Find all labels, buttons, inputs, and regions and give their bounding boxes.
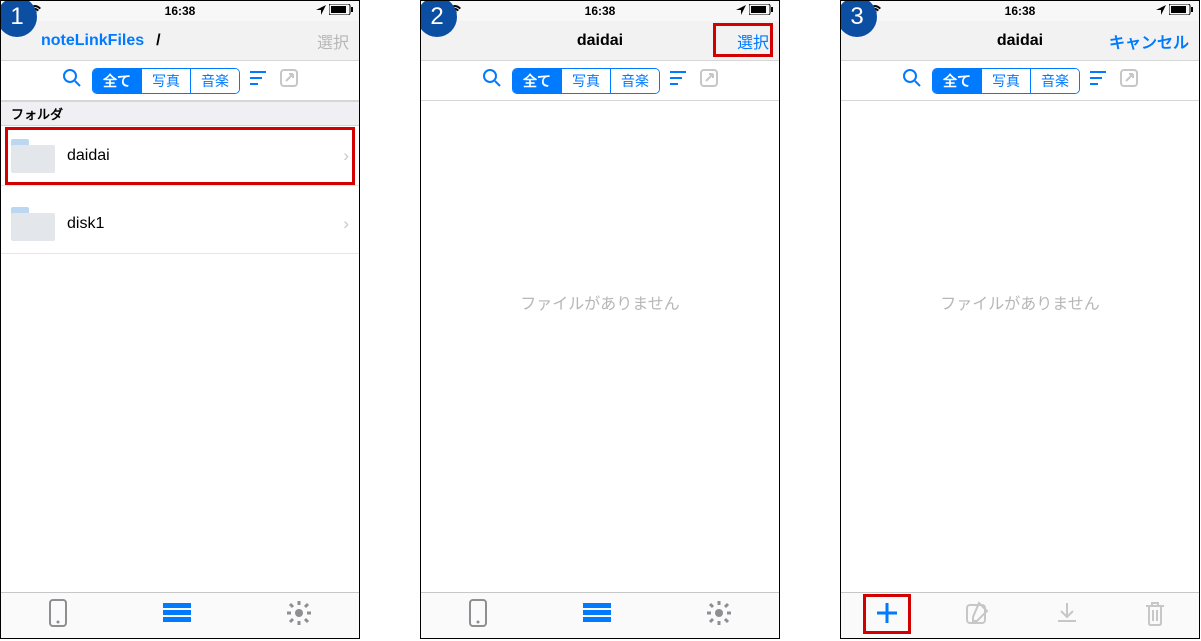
- status-bar: 16:38: [841, 1, 1199, 21]
- download-icon: [1055, 601, 1079, 630]
- nav-bar: noteLinkFiles / 選択: [1, 21, 359, 61]
- select-button[interactable]: 選択: [317, 29, 349, 53]
- folder-label: disk1: [67, 215, 104, 233]
- filter-toolbar: 全て 写真 音楽: [841, 61, 1199, 101]
- filter-toolbar: 全て 写真 音楽: [421, 61, 779, 101]
- filter-all[interactable]: 全て: [93, 69, 142, 93]
- screen-3: 3 16:38 daidai キャンセル 全て 写真 音楽 ファイルがありません: [840, 0, 1200, 639]
- search-icon[interactable]: [482, 68, 502, 93]
- filter-segmented: 全て 写真 音楽: [512, 68, 660, 94]
- nav-bar: daidai キャンセル: [841, 21, 1199, 61]
- tab-settings-icon[interactable]: [706, 600, 732, 631]
- clock-text: 16:38: [1005, 4, 1036, 18]
- back-button[interactable]: noteLinkFiles /: [11, 32, 161, 50]
- sort-icon[interactable]: [1090, 70, 1110, 91]
- tab-device-icon[interactable]: [468, 599, 488, 632]
- folder-icon: [11, 207, 55, 241]
- screen-2: 2 16:38 daidai 選択 全て 写真 音楽 ファイルがありません: [420, 0, 780, 639]
- page-title: daidai: [421, 32, 779, 50]
- chevron-right-icon: ›: [343, 146, 349, 166]
- clock-text: 16:38: [585, 4, 616, 18]
- sort-icon[interactable]: [250, 70, 270, 91]
- tab-device-icon[interactable]: [48, 599, 68, 632]
- select-button[interactable]: 選択: [737, 29, 769, 53]
- tab-settings-icon[interactable]: [286, 600, 312, 631]
- filter-photo[interactable]: 写真: [982, 69, 1031, 93]
- empty-state: ファイルがありません: [841, 290, 1199, 314]
- filter-segmented: 全て 写真 音楽: [92, 68, 240, 94]
- status-bar: 16:38: [421, 1, 779, 21]
- filter-music[interactable]: 音楽: [1031, 69, 1079, 93]
- clock-text: 16:38: [165, 4, 196, 18]
- tab-list-icon[interactable]: [163, 603, 191, 628]
- filter-music[interactable]: 音楽: [191, 69, 239, 93]
- folder-label: daidai: [67, 147, 110, 165]
- status-bar: 16:38: [1, 1, 359, 21]
- empty-state: ファイルがありません: [421, 290, 779, 314]
- folder-row-daidai[interactable]: daidai ›: [1, 126, 359, 186]
- add-button[interactable]: [874, 600, 900, 631]
- filter-photo[interactable]: 写真: [142, 69, 191, 93]
- filter-photo[interactable]: 写真: [562, 69, 611, 93]
- trash-icon: [1144, 600, 1166, 631]
- filter-all[interactable]: 全て: [933, 69, 982, 93]
- action-bar: [841, 592, 1199, 638]
- tab-bar: [421, 592, 779, 638]
- filter-music[interactable]: 音楽: [611, 69, 659, 93]
- tab-list-icon[interactable]: [583, 603, 611, 628]
- search-icon[interactable]: [62, 68, 82, 93]
- screen-1: 1 16:38 noteLinkFiles / 選択: [0, 0, 360, 639]
- nav-bar: daidai 選択: [421, 21, 779, 61]
- share-icon: [700, 69, 718, 92]
- sort-icon[interactable]: [670, 70, 690, 91]
- filter-segmented: 全て 写真 音楽: [932, 68, 1080, 94]
- share-icon: [280, 69, 298, 92]
- chevron-right-icon: ›: [343, 214, 349, 234]
- share-icon: [1120, 69, 1138, 92]
- tab-bar: [1, 592, 359, 638]
- filter-toolbar: 全て 写真 音楽: [1, 61, 359, 101]
- folder-icon: [11, 139, 55, 173]
- section-header-folder: フォルダ: [1, 101, 359, 126]
- back-label: noteLinkFiles: [11, 32, 144, 50]
- edit-icon: [965, 601, 989, 630]
- breadcrumb: /: [156, 32, 160, 50]
- folder-row-disk1[interactable]: disk1 ›: [1, 194, 359, 254]
- cancel-button[interactable]: キャンセル: [1109, 29, 1189, 53]
- search-icon[interactable]: [902, 68, 922, 93]
- filter-all[interactable]: 全て: [513, 69, 562, 93]
